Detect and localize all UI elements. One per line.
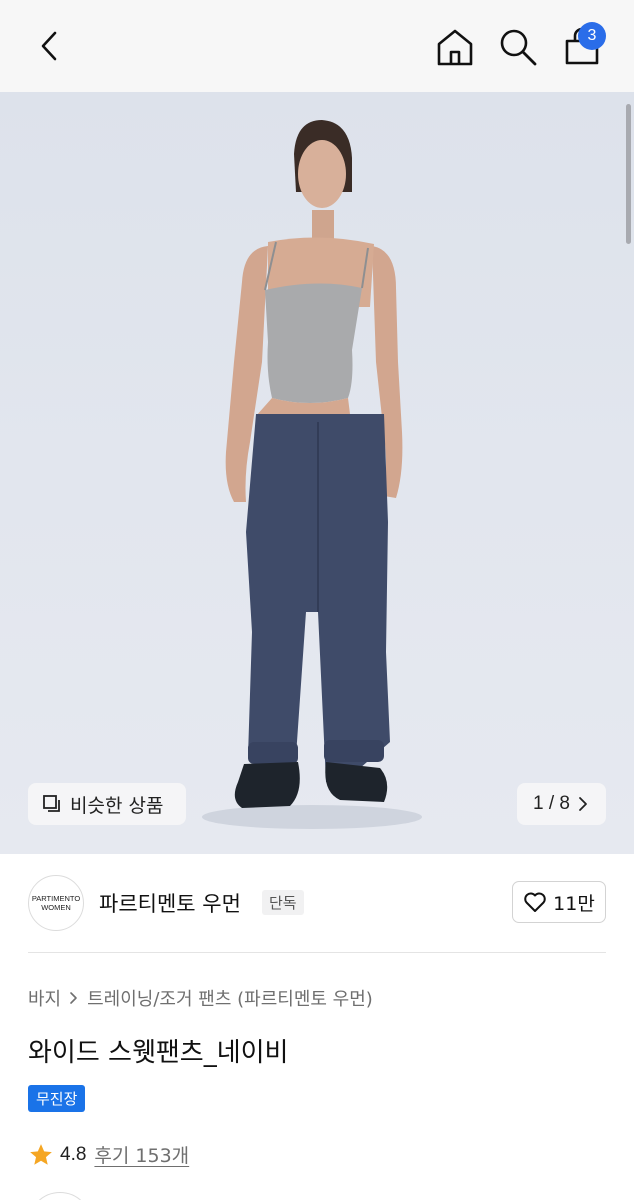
brand-logo[interactable]: PARTIMENTO WOMEN [28, 875, 84, 931]
chevron-left-icon [41, 31, 57, 61]
heart-icon [524, 892, 546, 912]
brand-row: PARTIMENTO WOMEN 파르티멘토 우먼 단독 11만 [0, 855, 634, 953]
product-photo [202, 120, 422, 829]
cart-count-badge: 3 [578, 22, 606, 50]
review-count-link[interactable]: 후기 153개 [94, 1141, 189, 1168]
rating-row: 4.8 후기 153개 [28, 1141, 189, 1168]
like-button[interactable]: 11만 [512, 881, 606, 923]
scrollbar-thumb[interactable] [626, 104, 631, 244]
breadcrumb-item-pants[interactable]: 바지 [28, 985, 61, 1011]
product-image-gallery[interactable]: 비슷한 상품 1 / 8 [0, 92, 634, 854]
breadcrumb: 바지 트레이닝/조거 팬츠 (파르티멘토 우먼) [28, 985, 373, 1011]
breadcrumb-item-category[interactable]: 트레이닝/조거 팬츠 (파르티멘토 우먼) [87, 985, 373, 1011]
copy-icon [43, 795, 60, 812]
brand-name-link[interactable]: 파르티멘토 우먼 [99, 888, 241, 918]
product-title: 와이드 스웻팬츠_네이비 [28, 1038, 289, 1068]
back-button[interactable] [30, 26, 70, 66]
home-button[interactable] [434, 26, 476, 68]
exclusive-tag: 단독 [262, 890, 304, 915]
like-count: 11만 [553, 892, 595, 915]
rating-value: 4.8 [60, 1143, 87, 1165]
brand-logo-line2: WOMEN [41, 903, 71, 912]
similar-products-label: 비슷한 상품 [70, 794, 164, 817]
divider [28, 952, 606, 953]
chevron-right-icon [579, 797, 587, 811]
promo-badge: 무진장 [28, 1085, 86, 1112]
home-icon [437, 29, 473, 66]
similar-products-button[interactable]: 비슷한 상품 [28, 783, 186, 825]
top-nav-bar: 3 [0, 0, 634, 92]
brand-logo-line1: PARTIMENTO [31, 894, 81, 903]
avatar[interactable] [28, 1192, 92, 1200]
chevron-right-icon [69, 991, 79, 1005]
image-counter-button[interactable]: 1 / 8 [517, 783, 606, 825]
star-icon [30, 1143, 52, 1165]
search-button[interactable] [498, 27, 538, 67]
image-counter-text: 1 / 8 [533, 793, 570, 814]
search-icon [500, 29, 537, 66]
